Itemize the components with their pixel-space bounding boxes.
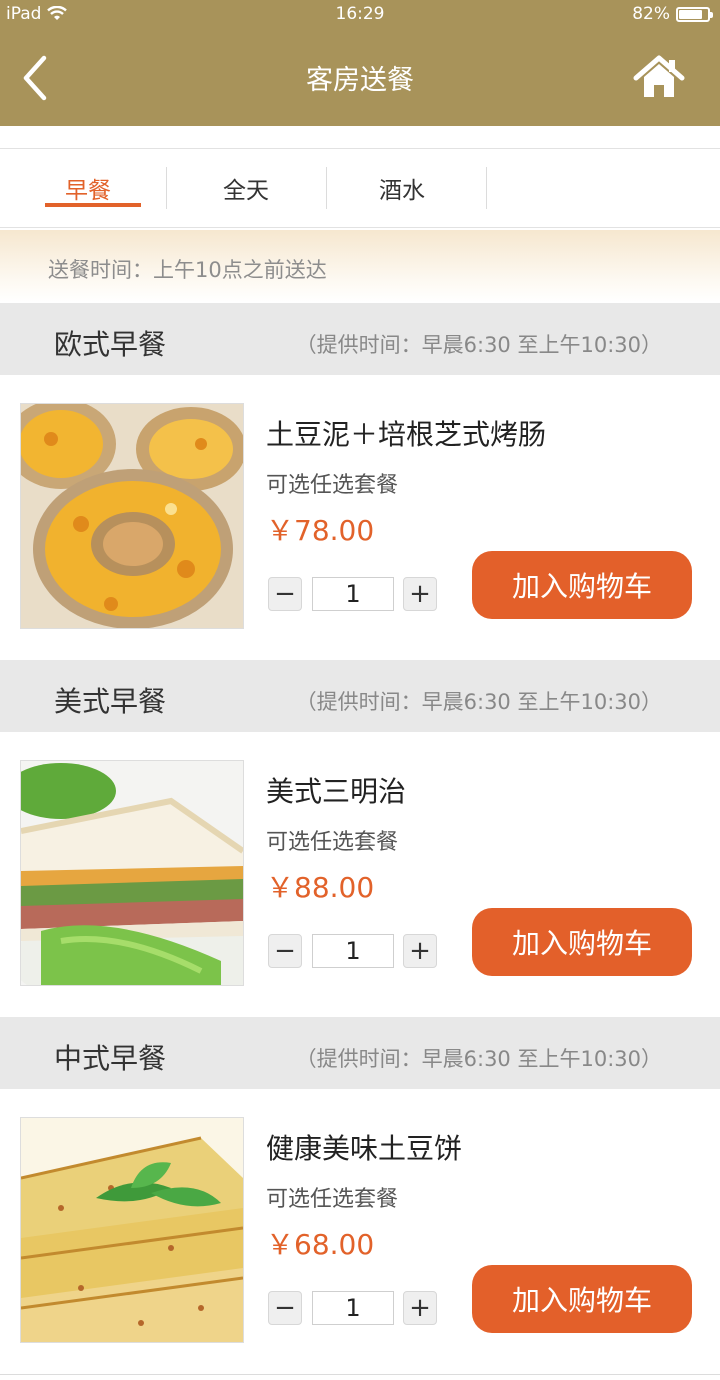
delivery-time-banner: 送餐时间：上午10点之前送达 bbox=[0, 230, 720, 302]
section-header-chinese: 中式早餐 （提供时间：早晨6:30 至上午10:30） bbox=[0, 1017, 720, 1089]
navigation-bar: 客房送餐 bbox=[0, 30, 720, 126]
quantity-field[interactable]: 1 bbox=[312, 577, 394, 611]
section-title: 中式早餐 bbox=[54, 1042, 167, 1075]
item-subtitle: 可选任选套餐 bbox=[266, 1187, 399, 1212]
item-price: ￥88.00 bbox=[266, 871, 375, 904]
section-header-european: 欧式早餐 （提供时间：早晨6:30 至上午10:30） bbox=[0, 303, 720, 375]
status-time: 16:29 bbox=[335, 4, 385, 24]
home-icon bbox=[633, 55, 685, 97]
item-name: 美式三明治 bbox=[266, 775, 407, 808]
item-subtitle: 可选任选套餐 bbox=[266, 830, 399, 855]
decrease-quantity-button[interactable]: − bbox=[268, 577, 302, 611]
quantity-field[interactable]: 1 bbox=[312, 934, 394, 968]
tab-all-day[interactable]: 全天 bbox=[168, 149, 324, 227]
tab-drinks[interactable]: 酒水 bbox=[324, 149, 480, 227]
active-tab-indicator bbox=[45, 203, 141, 207]
section-title: 美式早餐 bbox=[54, 685, 167, 718]
baked-potato-cheese-photo bbox=[20, 403, 244, 629]
menu-item: 美式三明治 可选任选套餐 ￥88.00 − 1 + 加入购物车 bbox=[0, 732, 720, 1018]
battery-icon bbox=[676, 6, 713, 22]
increase-quantity-button[interactable]: + bbox=[403, 577, 437, 611]
item-price: ￥68.00 bbox=[266, 1228, 375, 1261]
add-to-cart-button[interactable]: 加入购物车 bbox=[472, 908, 692, 976]
home-button[interactable] bbox=[632, 54, 686, 100]
item-price: ￥78.00 bbox=[266, 514, 375, 547]
section-title: 欧式早餐 bbox=[54, 328, 167, 361]
menu-item: 健康美味土豆饼 可选任选套餐 ￥68.00 − 1 + 加入购物车 bbox=[0, 1089, 720, 1375]
category-tabs: 早餐 全天 酒水 bbox=[0, 126, 720, 230]
tab-breakfast[interactable]: 早餐 bbox=[10, 149, 166, 227]
increase-quantity-button[interactable]: + bbox=[403, 1291, 437, 1325]
decrease-quantity-button[interactable]: − bbox=[268, 1291, 302, 1325]
add-to-cart-button[interactable]: 加入购物车 bbox=[472, 551, 692, 619]
page-title: 客房送餐 bbox=[306, 65, 414, 96]
add-to-cart-button[interactable]: 加入购物车 bbox=[472, 1265, 692, 1333]
section-header-american: 美式早餐 （提供时间：早晨6:30 至上午10:30） bbox=[0, 660, 720, 732]
status-bar: iPad 16:29 82% bbox=[0, 0, 720, 30]
battery-percent: 82% bbox=[632, 4, 670, 24]
delivery-time-text: 送餐时间：上午10点之前送达 bbox=[48, 258, 327, 282]
potato-pancake-photo bbox=[20, 1117, 244, 1343]
decrease-quantity-button[interactable]: − bbox=[268, 934, 302, 968]
sandwich-photo bbox=[20, 760, 244, 986]
tab-label: 早餐 bbox=[65, 178, 111, 204]
section-hours: （提供时间：早晨6:30 至上午10:30） bbox=[295, 690, 662, 714]
section-hours: （提供时间：早晨6:30 至上午10:30） bbox=[295, 1047, 662, 1071]
item-name: 土豆泥＋培根芝式烤肠 bbox=[266, 418, 547, 451]
tab-label: 全天 bbox=[223, 178, 269, 204]
item-subtitle: 可选任选套餐 bbox=[266, 473, 399, 498]
quantity-field[interactable]: 1 bbox=[312, 1291, 394, 1325]
menu-item: 土豆泥＋培根芝式烤肠 可选任选套餐 ￥78.00 − 1 + 加入购物车 bbox=[0, 375, 720, 661]
item-name: 健康美味土豆饼 bbox=[266, 1132, 463, 1165]
section-hours: （提供时间：早晨6:30 至上午10:30） bbox=[295, 333, 662, 357]
increase-quantity-button[interactable]: + bbox=[403, 934, 437, 968]
tab-label: 酒水 bbox=[379, 178, 425, 204]
